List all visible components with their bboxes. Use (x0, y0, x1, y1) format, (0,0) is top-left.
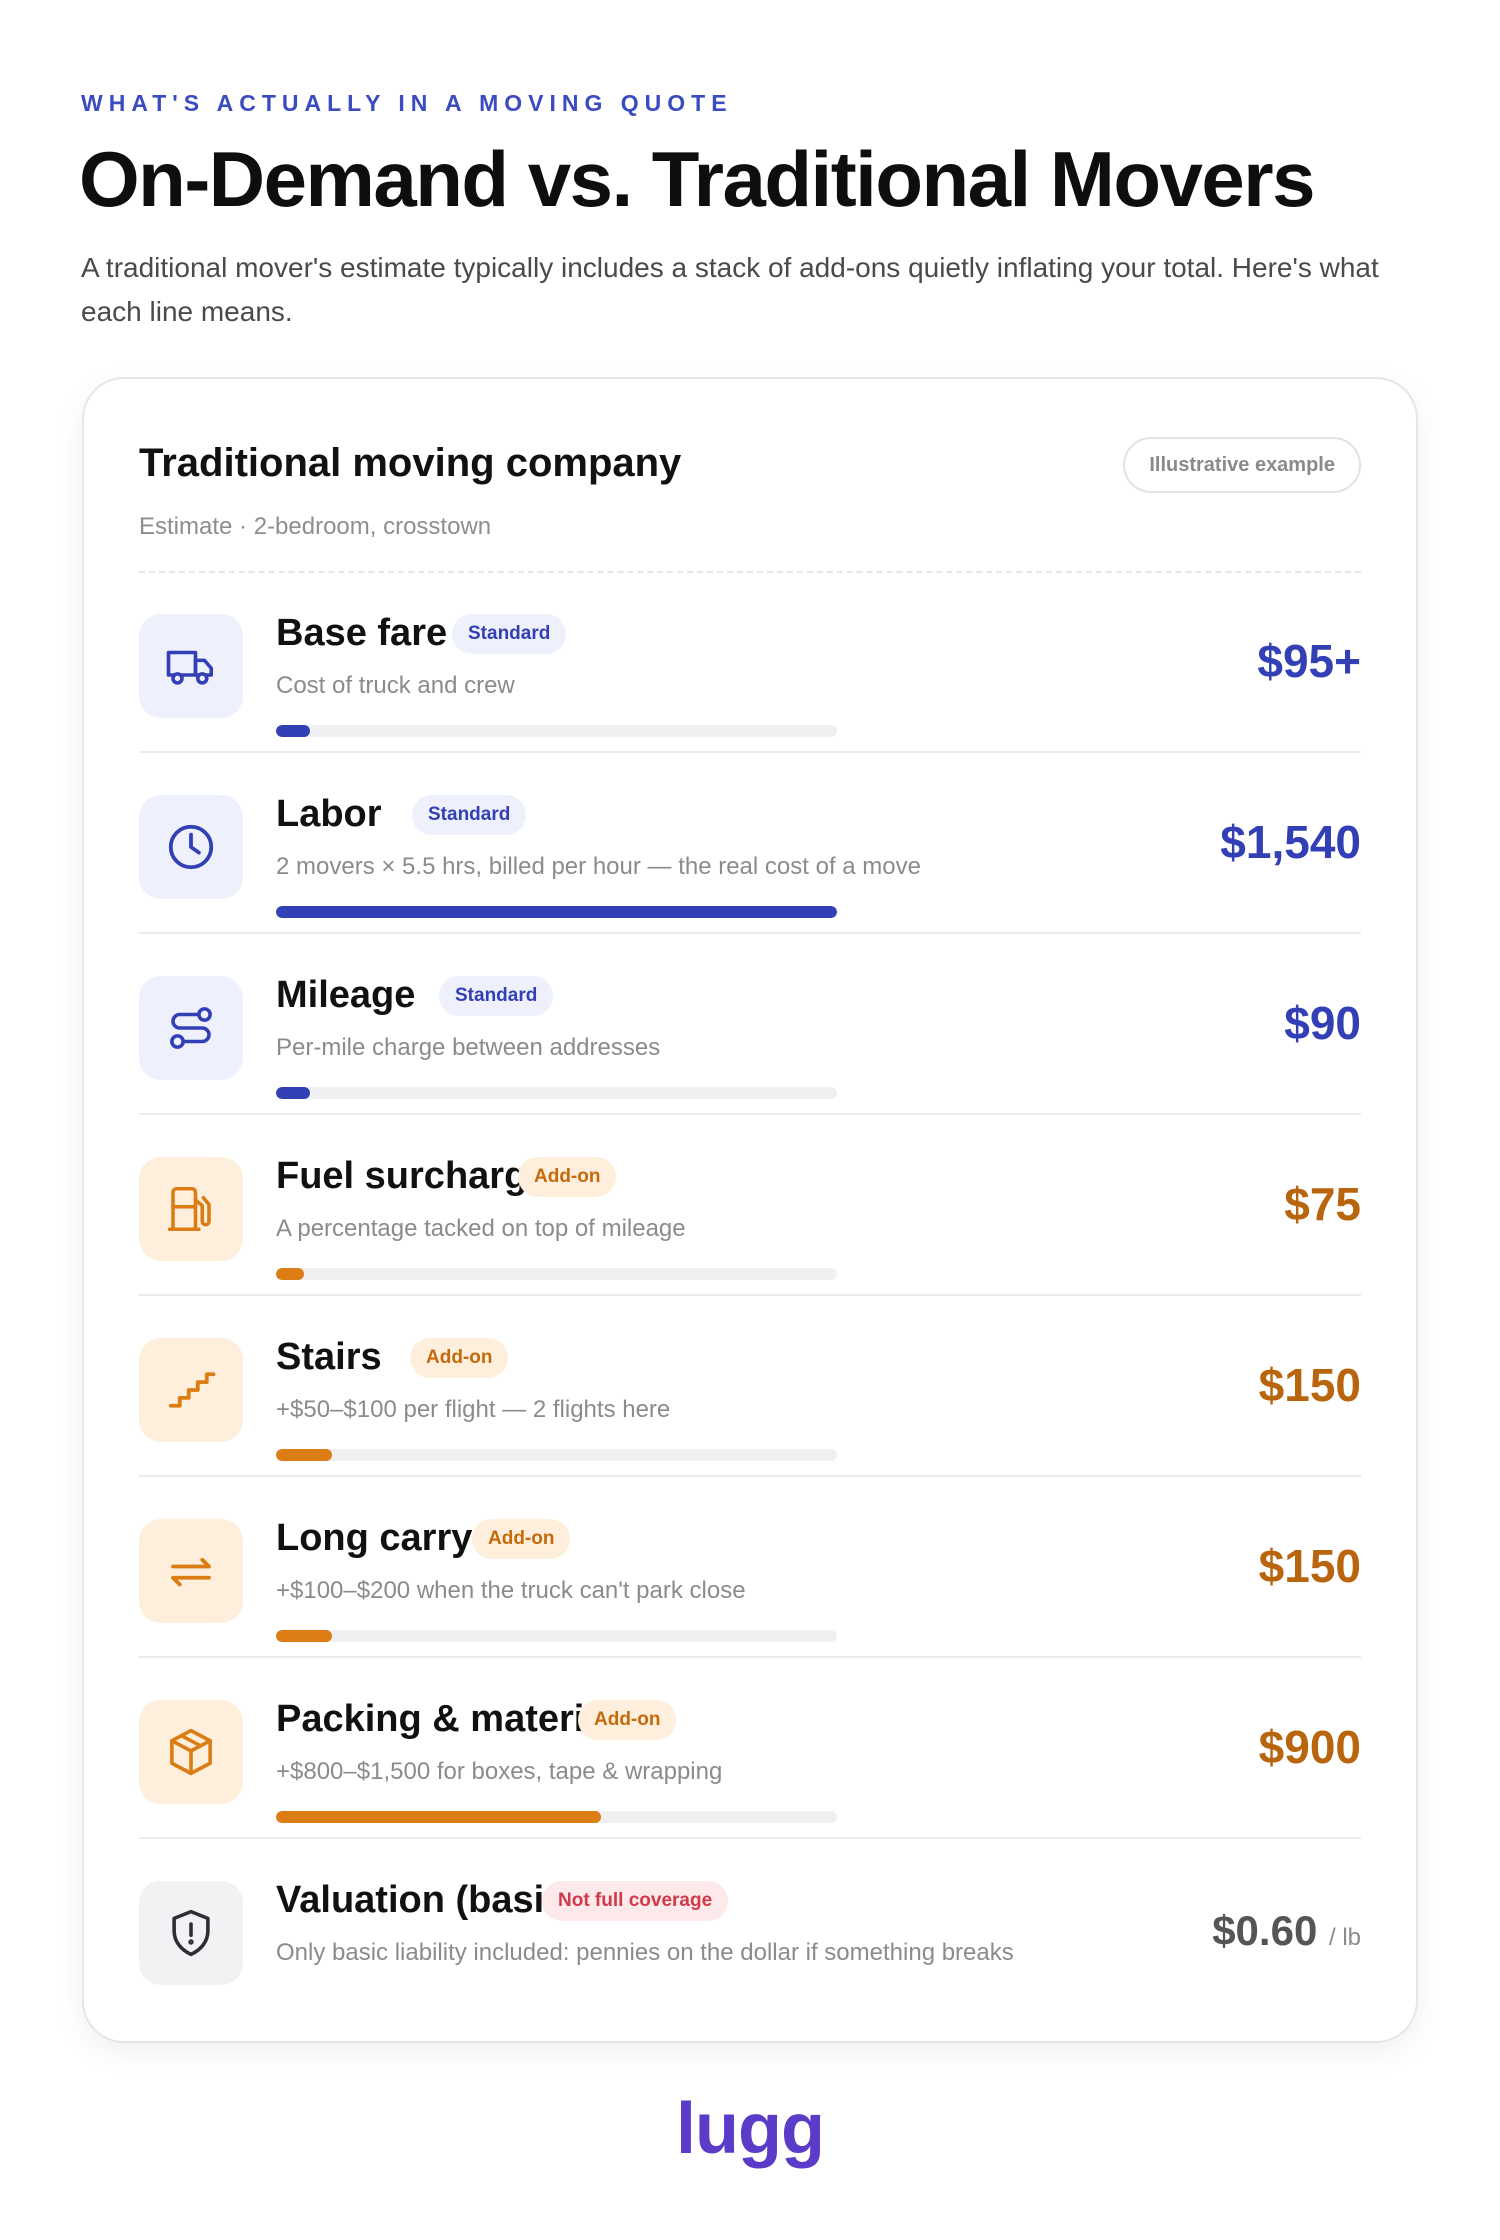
cost-bar-fill (276, 1449, 333, 1461)
line-item-packing-materials: Packing & materials Add-on +$800–$1,500 … (139, 1658, 1361, 1839)
double-arrow-icon (139, 1519, 243, 1623)
fuel-pump-icon (139, 1157, 243, 1261)
item-name: Long carry (276, 1517, 473, 1559)
cost-bar (276, 725, 837, 737)
clock-icon (139, 795, 243, 899)
item-price: $150 (1258, 1540, 1361, 1592)
cost-bar-fill (276, 1087, 310, 1099)
intro-text: A traditional mover's estimate typically… (81, 252, 1379, 327)
cost-bar-fill (276, 1630, 333, 1642)
truck-icon (139, 614, 243, 718)
estimate-card: Traditional moving company Illustrative … (82, 377, 1418, 2043)
card-subtitle: Estimate · 2-bedroom, crosstown (139, 513, 492, 540)
item-name: Labor (276, 793, 382, 835)
not-full-coverage-tag: Not full coverage (542, 1881, 729, 1921)
line-item-stairs: Stairs Add-on +$50–$100 per flight — 2 f… (139, 1296, 1361, 1477)
add-on-tag: Add-on (518, 1157, 617, 1197)
item-price: $75 (1284, 1178, 1361, 1230)
line-items: Base fare Standard Cost of truck and cre… (139, 572, 1361, 2020)
cost-bar-fill (276, 906, 837, 918)
line-item-fuel-surcharge: Fuel surcharge Add-on A percentage tacke… (139, 1115, 1361, 1296)
lugg-logo: lugg (676, 2089, 825, 2169)
route-icon (139, 976, 243, 1080)
item-description: 2 movers × 5.5 hrs, billed per hour — th… (276, 853, 921, 880)
item-description: +$800–$1,500 for boxes, tape & wrapping (276, 1758, 723, 1785)
cost-bar-fill (276, 1268, 305, 1280)
item-description: Only basic liability included: pennies o… (276, 1939, 1014, 1966)
cost-bar (276, 1449, 837, 1461)
item-price: $150 (1258, 1359, 1361, 1411)
shield-icon (139, 1881, 243, 1985)
line-item-mileage: Mileage Standard Per-mile charge between… (139, 934, 1361, 1115)
item-name: Mileage (276, 974, 416, 1016)
item-name: Stairs (276, 1336, 382, 1378)
item-description: Per-mile charge between addresses (276, 1034, 661, 1061)
price-value: $0.60 (1212, 1907, 1318, 1954)
line-item-base-fare: Base fare Standard Cost of truck and cre… (139, 572, 1361, 753)
item-price: $90 (1284, 997, 1361, 1049)
line-item-labor: Labor Standard 2 movers × 5.5 hrs, bille… (139, 753, 1361, 934)
add-on-tag: Add-on (472, 1519, 571, 1559)
standard-tag: Standard (439, 976, 554, 1016)
card-title: Traditional moving company (139, 441, 682, 485)
stairs-icon (139, 1338, 243, 1442)
cost-bar (276, 1268, 837, 1280)
standard-tag: Standard (412, 795, 527, 835)
item-name: Base fare (276, 612, 448, 654)
cost-bar (276, 1087, 837, 1099)
item-price: $900 (1258, 1721, 1361, 1773)
item-price: $95+ (1257, 635, 1361, 687)
box-icon (139, 1700, 243, 1804)
item-name: Valuation (basic) (276, 1879, 578, 1921)
eyebrow: WHAT'S ACTUALLY IN A MOVING QUOTE (81, 90, 733, 116)
cost-bar (276, 1811, 837, 1823)
add-on-tag: Add-on (578, 1700, 677, 1740)
page-title: On-Demand vs. Traditional Movers (79, 135, 1315, 223)
item-description: +$50–$100 per flight — 2 flights here (276, 1396, 671, 1423)
price-unit: / lb (1328, 1924, 1361, 1951)
cost-bar (276, 906, 837, 918)
cost-bar-fill (276, 1811, 602, 1823)
item-price: $0.60 / lb (1212, 1907, 1361, 1955)
standard-tag: Standard (452, 614, 567, 654)
illustrative-example-badge: Illustrative example (1123, 437, 1361, 493)
add-on-tag: Add-on (410, 1338, 509, 1378)
item-name: Fuel surcharge (276, 1155, 549, 1197)
item-description: A percentage tacked on top of mileage (276, 1215, 686, 1242)
cost-bar (276, 1630, 837, 1642)
item-price: $1,540 (1220, 816, 1361, 868)
line-item-valuation: Valuation (basic) Not full coverage Only… (139, 1839, 1361, 2020)
item-description: Cost of truck and crew (276, 672, 515, 699)
item-description: +$100–$200 when the truck can't park clo… (276, 1577, 746, 1604)
cost-bar-fill (276, 725, 310, 737)
line-item-long-carry: Long carry Add-on +$100–$200 when the tr… (139, 1477, 1361, 1658)
